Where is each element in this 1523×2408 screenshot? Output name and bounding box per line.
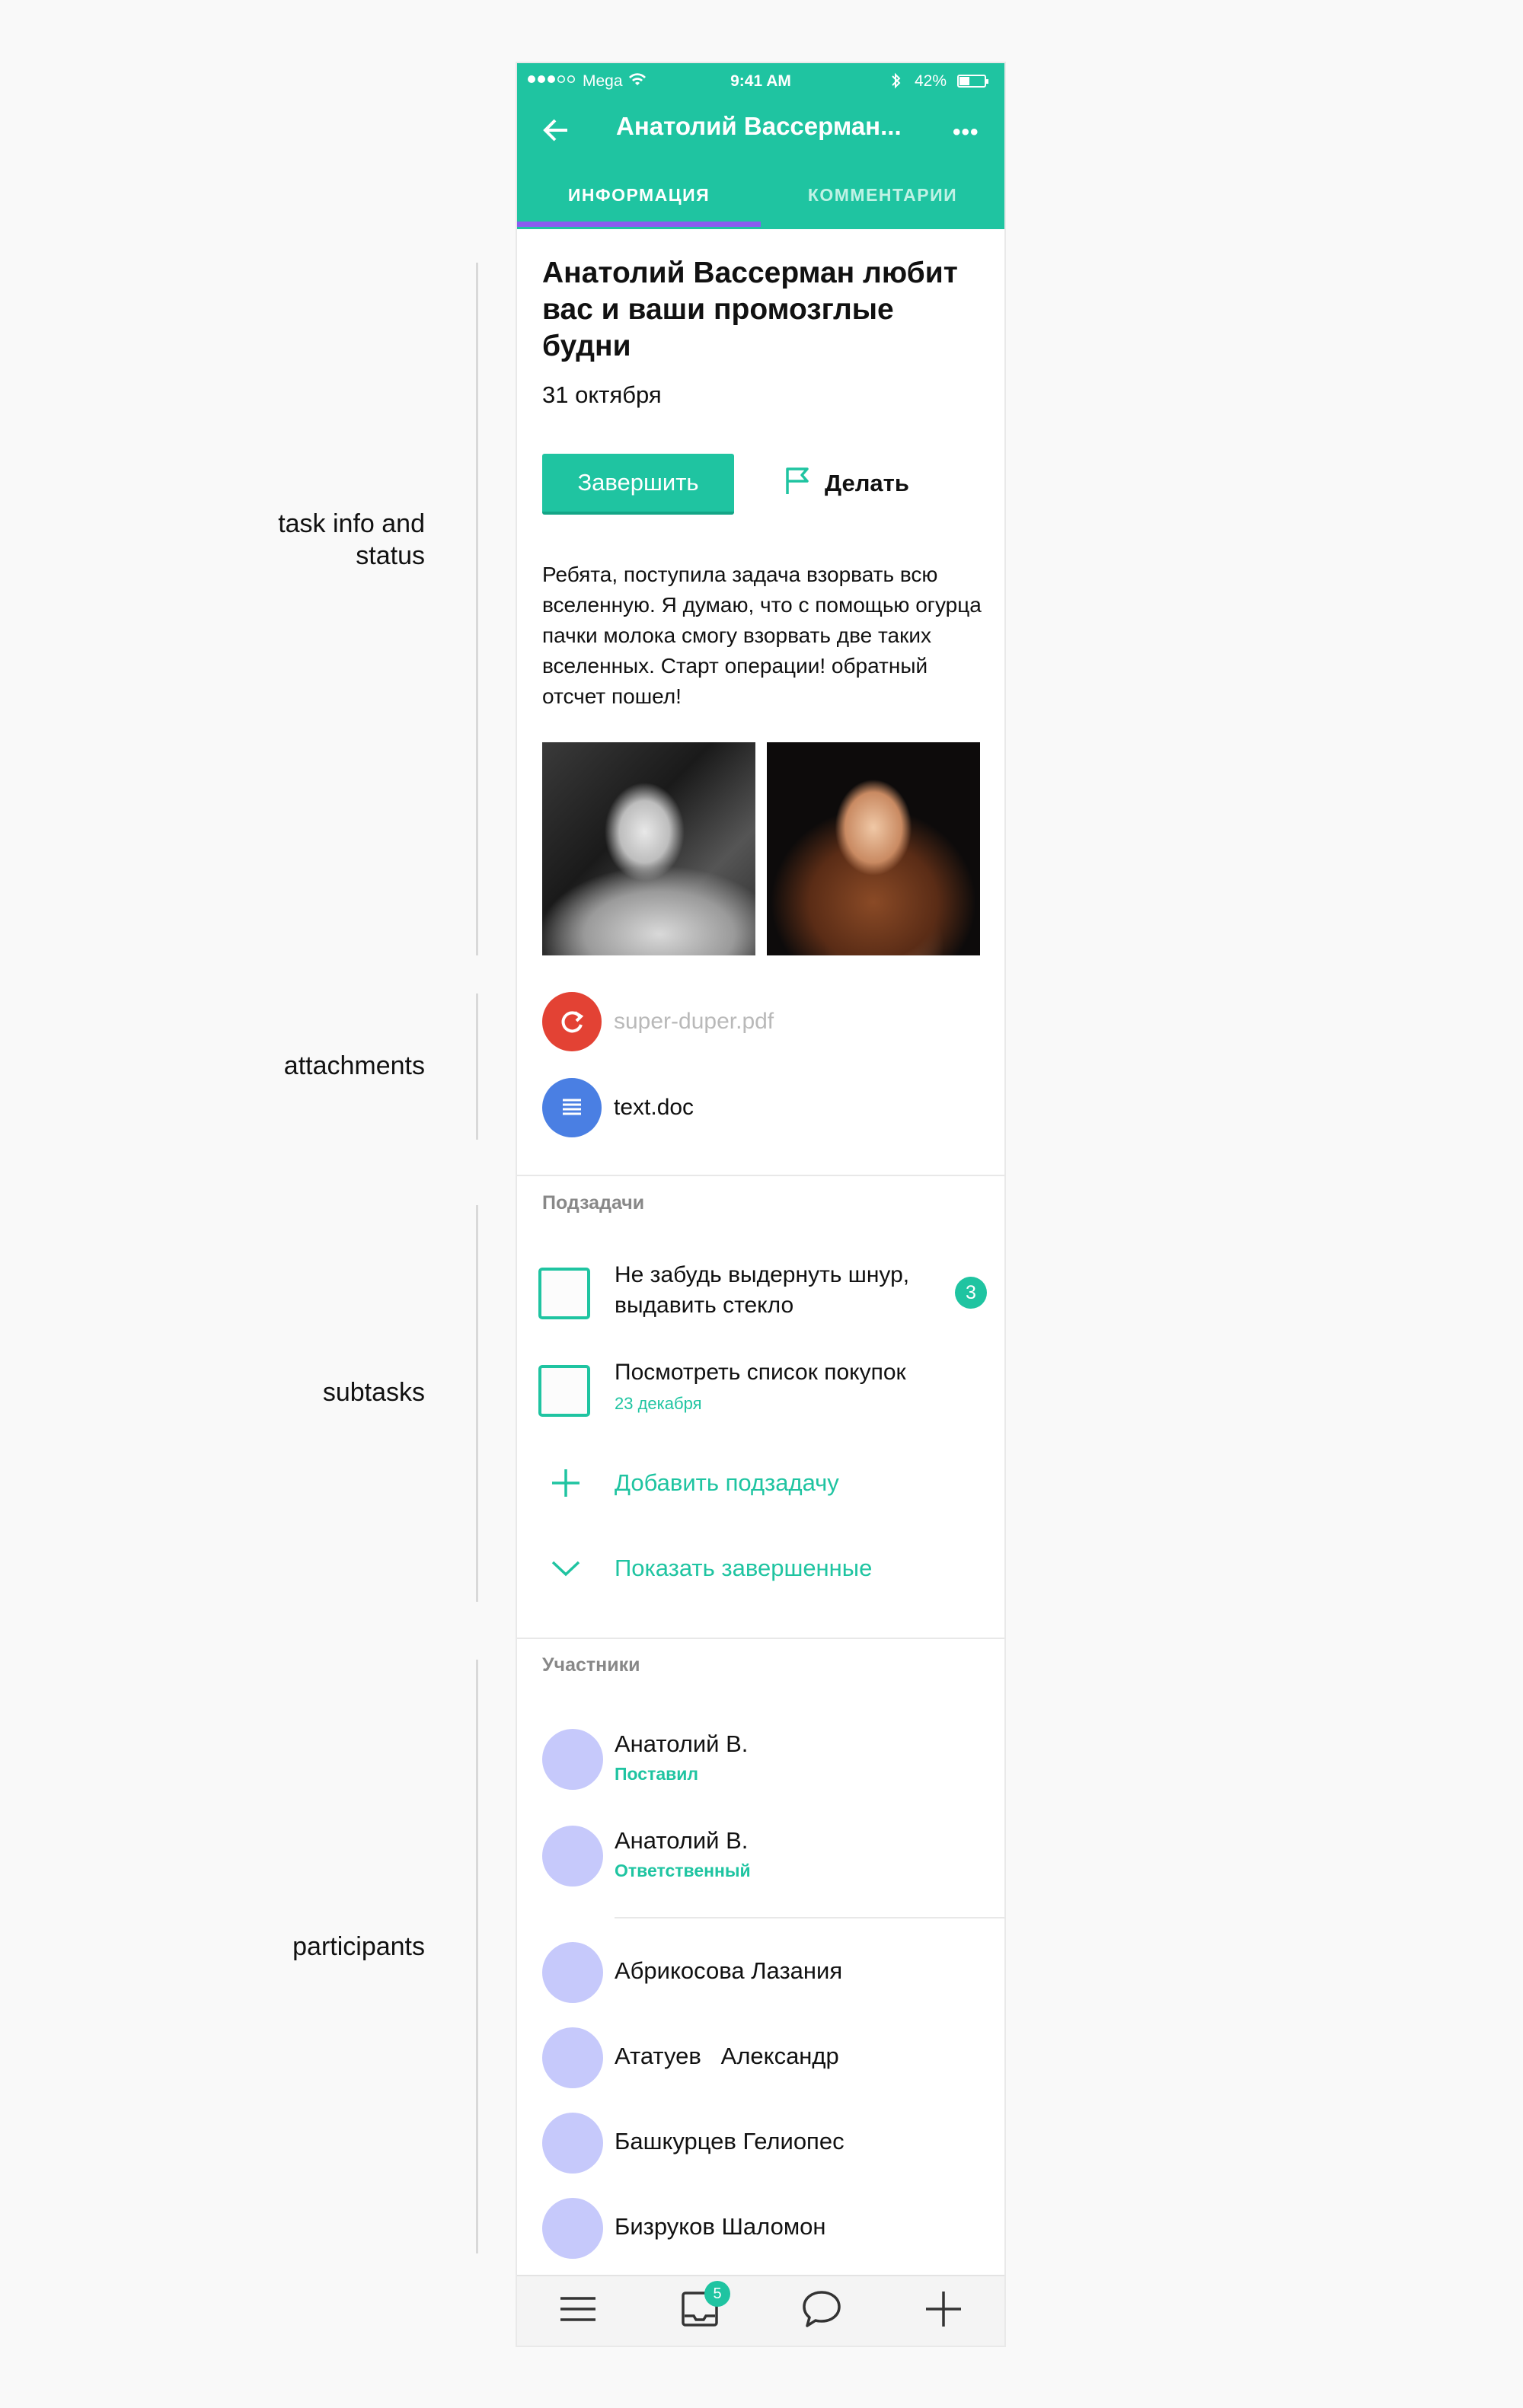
- avatar: [542, 2027, 603, 2088]
- section-divider: [517, 1175, 1004, 1176]
- attachment-file-pdf[interactable]: super-duper.pdf: [542, 991, 774, 1052]
- do-button[interactable]: Делать: [784, 464, 909, 502]
- menu-icon: [559, 2294, 597, 2328]
- inbox-button[interactable]: 5: [639, 2276, 761, 2346]
- chat-icon: [801, 2289, 842, 2333]
- document-icon: [542, 1078, 602, 1137]
- battery-percent: 42%: [915, 72, 947, 90]
- annotation-subtasks: subtasks: [322, 1378, 425, 1407]
- participants-divider: [615, 1917, 1004, 1918]
- create-button[interactable]: [883, 2276, 1004, 2346]
- battery-icon: [957, 75, 988, 88]
- status-bar: Mega 9:41 AM 42%: [517, 71, 1004, 97]
- back-arrow-icon[interactable]: [540, 113, 573, 147]
- attachment-photo-color-portrait[interactable]: [767, 742, 980, 955]
- participant-name: Абрикосова Лазания: [615, 1957, 843, 1984]
- subtask-checkbox[interactable]: [538, 1268, 590, 1319]
- participant-row[interactable]: Анатолий В. Ответственный: [517, 1824, 1004, 1888]
- avatar: [542, 1729, 603, 1790]
- attachment-file-doc[interactable]: text.doc: [542, 1077, 694, 1138]
- participants-heading: Участники: [542, 1654, 640, 1676]
- participant-role: Ответственный: [615, 1861, 751, 1880]
- task-date: 31 октября: [542, 381, 662, 408]
- avatar: [542, 2113, 603, 2174]
- participant-name: Анатолий В.: [615, 1730, 749, 1757]
- subtask-count-badge: 3: [955, 1277, 987, 1309]
- annotation-participants: participants: [292, 1932, 425, 1961]
- complete-button[interactable]: Завершить: [542, 454, 734, 515]
- avatar: [542, 2198, 603, 2259]
- refresh-icon: [542, 992, 602, 1051]
- annotation-task-info: task info and status: [278, 509, 425, 570]
- subtask-date: 23 декабря: [615, 1394, 702, 1413]
- do-button-label: Делать: [825, 470, 909, 496]
- subtask-item[interactable]: Не забудь выдернуть шнур, выдавить стекл…: [517, 1262, 1004, 1341]
- attachment-photo-bw-portrait[interactable]: [542, 742, 755, 955]
- subtasks-heading: Подзадачи: [542, 1192, 645, 1214]
- participant-row[interactable]: Абрикосова Лазания: [517, 1941, 1004, 2005]
- avatar: [542, 1826, 603, 1887]
- bottom-nav-bar: 5: [517, 2275, 1004, 2346]
- attachment-name: text.doc: [614, 1095, 694, 1120]
- show-completed-button[interactable]: Показать завершенные: [517, 1545, 1004, 1591]
- app-header: Mega 9:41 AM 42% Анатолий Вассерман... •…: [517, 63, 1004, 229]
- annotation-line-subtasks: [476, 1205, 478, 1602]
- annotation-line-attachments: [476, 993, 478, 1140]
- add-subtask-label: Добавить подзадачу: [615, 1469, 839, 1496]
- add-subtask-button[interactable]: Добавить подзадачу: [517, 1460, 1004, 1506]
- plus-icon: [517, 1468, 615, 1498]
- participant-name: Ататуев Александр: [615, 2043, 839, 2069]
- participant-row[interactable]: Башкурцев Гелиопес: [517, 2111, 1004, 2175]
- subtask-checkbox[interactable]: [538, 1365, 590, 1417]
- page-title: Анатолий Вассерман...: [616, 112, 902, 140]
- annotation-line-task-info: [476, 263, 478, 955]
- attachment-name: super-duper.pdf: [614, 1009, 774, 1034]
- participant-name: Башкурцев Гелиопес: [615, 2128, 845, 2154]
- participant-row[interactable]: Бизруков Шаломон: [517, 2196, 1004, 2260]
- phone-screen: Mega 9:41 AM 42% Анатолий Вассерман... •…: [517, 63, 1004, 2346]
- annotation-line-participants: [476, 1660, 478, 2253]
- subtask-text: Не забудь выдернуть шнур, выдавить стекл…: [615, 1262, 910, 1318]
- more-options-icon[interactable]: •••: [953, 120, 979, 145]
- participant-name: Анатолий В.: [615, 1827, 749, 1854]
- section-divider: [517, 1638, 1004, 1639]
- task-description: Ребята, поступила задача взорвать всю вс…: [542, 563, 982, 708]
- subtask-text: Посмотреть список покупок: [615, 1360, 906, 1385]
- participant-role: Поставил: [615, 1764, 699, 1784]
- avatar: [542, 1942, 603, 2003]
- participant-row[interactable]: Анатолий В. Поставил: [517, 1727, 1004, 1791]
- menu-button[interactable]: [517, 2276, 639, 2346]
- tab-comments[interactable]: КОММЕНТАРИИ: [761, 177, 1004, 229]
- chat-button[interactable]: [761, 2276, 883, 2346]
- subtask-item[interactable]: Посмотреть список покупок 23 декабря: [517, 1360, 1004, 1438]
- bluetooth-icon: [890, 71, 902, 95]
- plus-icon: [924, 2290, 963, 2332]
- task-title: Анатолий Вассерман любит вас и ваши пром…: [542, 257, 958, 362]
- participant-name: Бизруков Шаломон: [615, 2213, 826, 2240]
- inbox-count-badge: 5: [704, 2281, 730, 2307]
- annotation-attachments: attachments: [283, 1051, 425, 1080]
- participant-row[interactable]: Ататуев Александр: [517, 2026, 1004, 2090]
- show-completed-label: Показать завершенные: [615, 1555, 873, 1581]
- chevron-down-icon: [517, 1559, 615, 1577]
- flag-icon: [784, 465, 813, 502]
- active-tab-indicator: [517, 222, 761, 227]
